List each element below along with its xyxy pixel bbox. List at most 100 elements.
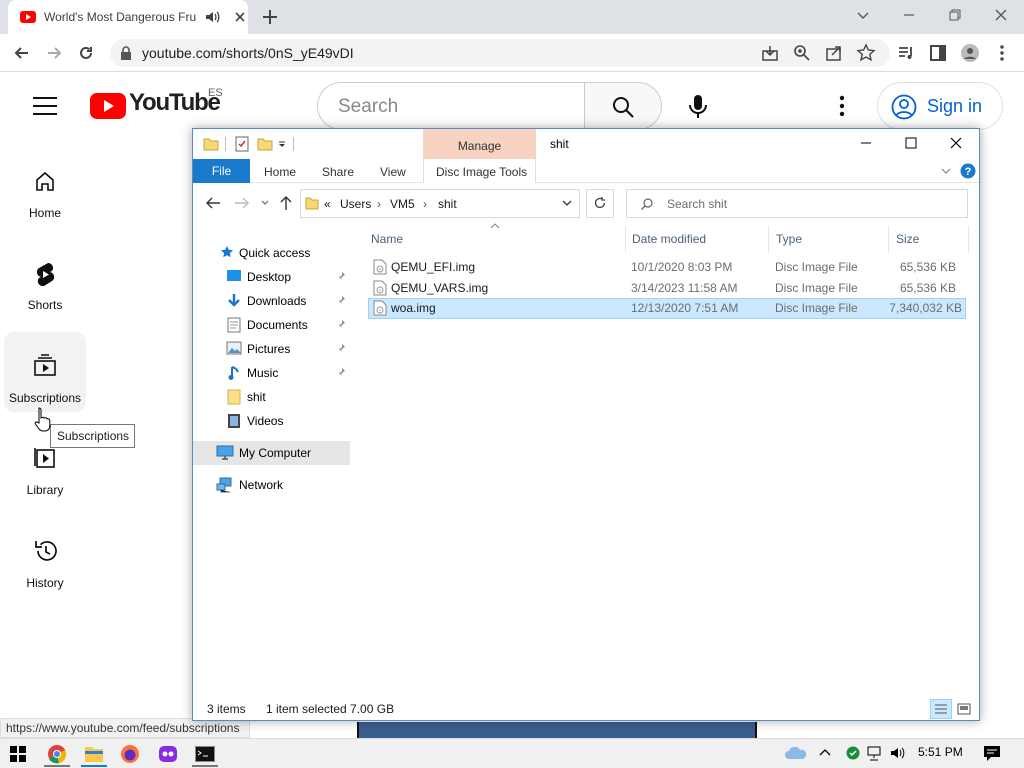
minimize-icon[interactable] (900, 6, 918, 24)
column-header-type[interactable]: Type (776, 232, 802, 246)
help-icon[interactable]: ? (960, 163, 976, 179)
search-placeholder: Search (338, 96, 399, 117)
nav-shorts[interactable]: Shorts (4, 248, 86, 328)
nav-network[interactable]: Network (193, 473, 350, 497)
column-header-date[interactable]: Date modified (632, 232, 706, 246)
file-row-selected[interactable]: woa.img 12/13/2020 7:51 AM Disc Image Fi… (368, 298, 966, 319)
command-prompt-taskbar-icon[interactable] (195, 746, 215, 762)
more-options-icon[interactable] (838, 95, 846, 117)
column-divider[interactable] (625, 226, 626, 252)
show-hidden-icons-icon[interactable] (818, 746, 832, 760)
column-divider[interactable] (768, 226, 769, 252)
nav-subscriptions[interactable]: Subscriptions (4, 332, 86, 412)
nav-quick-access[interactable]: Quick access (193, 241, 350, 265)
nav-music[interactable]: Music (193, 361, 350, 385)
details-view-icon[interactable] (930, 699, 952, 719)
recent-locations-icon[interactable] (260, 199, 270, 207)
onedrive-cloud-icon[interactable] (784, 745, 808, 761)
file-row[interactable]: QEMU_EFI.img 10/1/2020 8:03 PM Disc Imag… (368, 257, 966, 278)
ribbon-tab-file[interactable]: File (193, 159, 250, 183)
microphone-icon[interactable] (688, 94, 708, 120)
zoom-icon[interactable] (792, 43, 812, 63)
new-tab-icon[interactable] (260, 7, 280, 27)
back-arrow-icon[interactable] (12, 43, 32, 63)
breadcrumb-users[interactable]: Users (340, 197, 371, 211)
nav-shit-folder[interactable]: shit (193, 385, 350, 409)
nav-downloads[interactable]: Downloads (193, 289, 350, 313)
breadcrumb-overflow[interactable]: « (324, 197, 331, 211)
ribbon-tab-view[interactable]: View (380, 165, 406, 179)
youtube-search-button[interactable] (584, 82, 662, 130)
forward-arrow-icon[interactable] (234, 196, 250, 210)
column-header-name[interactable]: Name (371, 232, 403, 246)
restore-icon[interactable] (946, 6, 964, 24)
network-status-icon[interactable] (866, 746, 884, 762)
refresh-button[interactable] (586, 189, 614, 218)
pin-icon[interactable] (336, 295, 346, 305)
youtube-logo-icon[interactable] (90, 93, 126, 119)
nav-desktop[interactable]: Desktop (193, 265, 350, 289)
ribbon-tab-share[interactable]: Share (322, 165, 354, 179)
properties-icon[interactable] (234, 136, 250, 152)
large-icons-view-icon[interactable] (956, 701, 972, 717)
audio-playing-icon[interactable] (204, 9, 220, 25)
nav-home[interactable]: Home (4, 156, 86, 236)
nav-history[interactable]: History (4, 526, 86, 606)
close-window-icon[interactable] (992, 6, 1010, 24)
file-explorer-window[interactable]: Manage shit File Home Share View Disc Im… (192, 128, 980, 721)
pin-icon[interactable] (336, 343, 346, 353)
column-divider[interactable] (968, 226, 969, 252)
nav-documents[interactable]: Documents (193, 313, 350, 337)
profile-icon[interactable] (960, 43, 980, 63)
new-folder-icon[interactable] (257, 136, 273, 152)
back-arrow-icon[interactable] (205, 196, 221, 210)
address-dropdown-icon[interactable] (562, 199, 572, 207)
ribbon-tab-home[interactable]: Home (264, 165, 296, 179)
close-window-icon[interactable] (947, 134, 965, 152)
side-panel-icon[interactable] (928, 43, 948, 63)
bookmark-star-icon[interactable] (856, 43, 876, 63)
reload-icon[interactable] (76, 43, 96, 63)
up-arrow-icon[interactable] (279, 195, 293, 211)
taskbar-clock[interactable]: 5:51 PM (918, 745, 963, 759)
column-header-size[interactable]: Size (896, 232, 919, 246)
maximize-icon[interactable] (902, 134, 920, 152)
chrome-menu-icon[interactable] (994, 43, 1010, 63)
install-app-icon[interactable] (760, 43, 780, 63)
chrome-taskbar-icon[interactable] (47, 744, 67, 764)
minimize-icon[interactable] (857, 134, 875, 152)
close-tab-icon[interactable] (232, 9, 248, 25)
volume-icon[interactable] (889, 745, 907, 761)
security-status-icon[interactable] (846, 746, 860, 760)
nav-pictures[interactable]: Pictures (193, 337, 350, 361)
breadcrumb-shit[interactable]: shit (438, 197, 457, 211)
firefox-taskbar-icon[interactable] (120, 744, 140, 764)
forward-arrow-icon[interactable] (44, 43, 64, 63)
url-text[interactable]: youtube.com/shorts/0nS_yE49vDI (142, 45, 354, 61)
column-divider[interactable] (888, 226, 889, 252)
file-date: 12/13/2020 7:51 AM (631, 301, 739, 315)
media-control-icon[interactable] (896, 43, 916, 63)
browser-tab[interactable]: World's Most Dangerous Fru (8, 0, 248, 34)
shorts-icon (36, 263, 55, 287)
nav-my-computer[interactable]: My Computer (193, 441, 350, 465)
windows-start-icon[interactable] (10, 746, 26, 762)
breadcrumb-vm5[interactable]: VM5 (390, 197, 415, 211)
tab-search-icon[interactable] (854, 6, 872, 24)
file-size: 65,536 KB (899, 281, 956, 295)
pin-icon[interactable] (336, 271, 346, 281)
media-app-taskbar-icon[interactable] (158, 744, 178, 764)
file-explorer-taskbar-icon[interactable] (84, 745, 104, 763)
hamburger-menu-icon[interactable] (32, 95, 58, 117)
file-row[interactable]: QEMU_VARS.img 3/14/2023 11:58 AM Disc Im… (368, 278, 966, 299)
expand-ribbon-icon[interactable] (940, 166, 952, 176)
pin-icon[interactable] (336, 319, 346, 329)
pin-icon[interactable] (336, 367, 346, 377)
video-thumbnail[interactable] (357, 722, 757, 738)
nav-videos[interactable]: Videos (193, 409, 350, 433)
youtube-logo-text[interactable]: YouTube (129, 89, 221, 117)
share-icon[interactable] (824, 43, 844, 63)
lock-icon[interactable] (120, 46, 132, 60)
customize-quick-access-icon[interactable] (277, 139, 287, 149)
notifications-icon[interactable] (983, 745, 1001, 762)
